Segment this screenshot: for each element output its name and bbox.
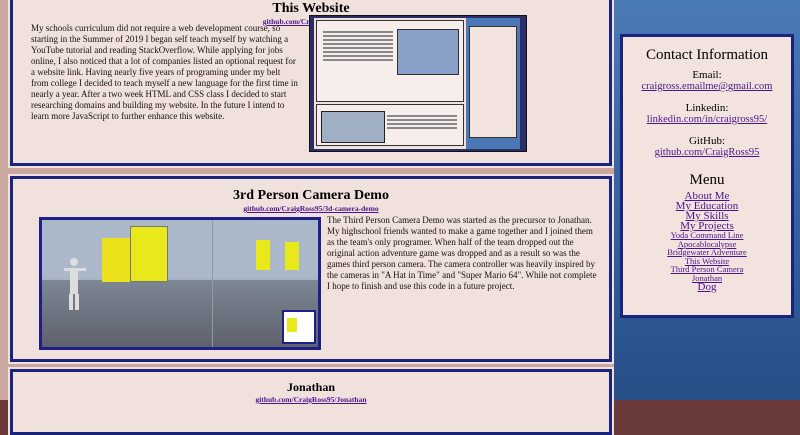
github-label: GitHub: xyxy=(688,135,726,147)
section-description: My schools curriculum did not require a … xyxy=(31,23,298,121)
contact-information-panel: Contact Information Email: craigross.ema… xyxy=(620,34,794,318)
section-title: 3rd Person Camera Demo xyxy=(233,188,389,203)
menu-item-dog[interactable]: Dog xyxy=(623,282,791,293)
github-link[interactable]: github.com/CraigRoss95/3d-camera-demo xyxy=(13,204,609,213)
linkedin-label: Linkedin: xyxy=(685,102,729,114)
section-title: Jonathan xyxy=(286,380,336,394)
project-section-camera: 3rd Person Camera Demo github.com/CraigR… xyxy=(10,176,612,362)
website-screenshot-image: ​ xyxy=(309,15,527,152)
section-description: The Third Person Camera Demo was started… xyxy=(327,215,597,291)
email-link[interactable]: craigross.emailme@gmail.com xyxy=(623,81,791,92)
project-section-website: This Website github.com/CraigRoss95/yoda… xyxy=(10,0,612,166)
navigation-menu: About Me My Education My Skills My Proje… xyxy=(623,191,791,293)
github-profile-link[interactable]: github.com/CraigRoss95 xyxy=(623,147,791,158)
project-section-jonathan: Jonathan github.com/CraigRoss95/Jonathan xyxy=(10,369,612,435)
camera-demo-screenshot-image xyxy=(39,217,321,350)
contact-title: Contact Information xyxy=(645,47,769,63)
menu-title: Menu xyxy=(689,172,725,188)
email-label: Email: xyxy=(692,69,722,81)
linkedin-link[interactable]: linkedin.com/in/craigross95/ xyxy=(623,114,791,125)
